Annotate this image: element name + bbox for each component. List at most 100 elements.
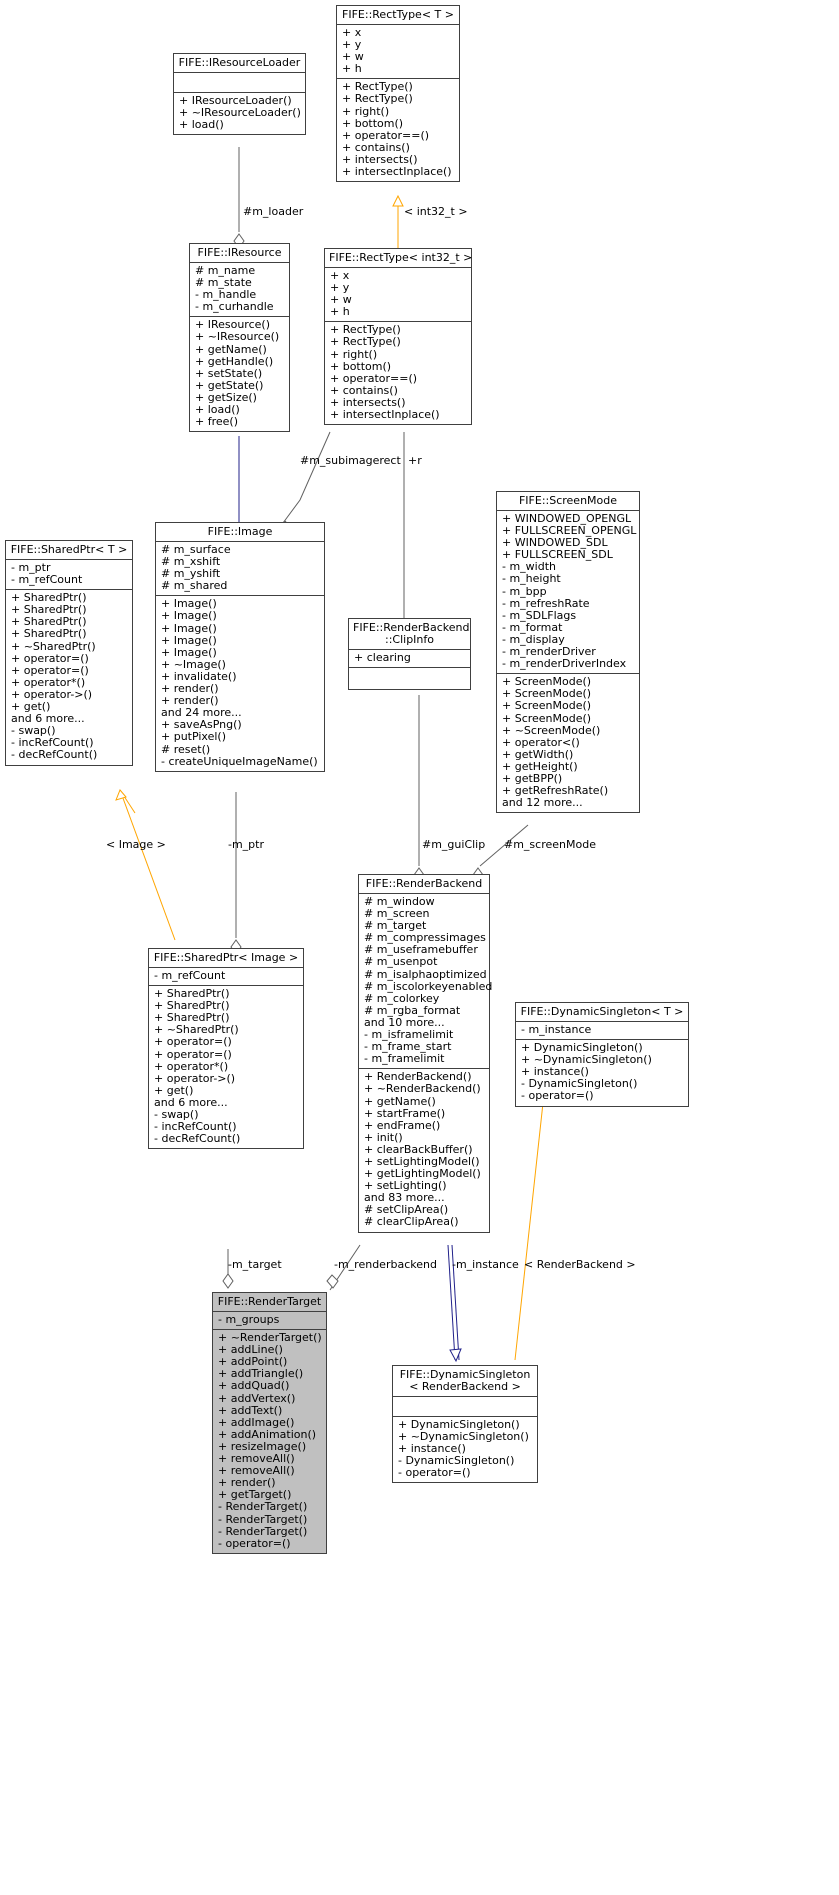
- operation-row: - RenderTarget(): [218, 1500, 308, 1514]
- class-box-screenmode[interactable]: FIFE::ScreenMode + WINDOWED_OPENGL + FUL…: [496, 491, 640, 814]
- operation-row: + right(): [342, 104, 390, 118]
- class-title: FIFE::SharedPtr< Image >: [149, 949, 303, 968]
- class-attributes: + WINDOWED_OPENGL + FULLSCREEN_OPENGL + …: [497, 511, 639, 675]
- operation-row: - operator=(): [398, 1466, 471, 1480]
- operation-row: + operator<(): [502, 735, 580, 749]
- class-attributes: - m_groups: [213, 1312, 326, 1331]
- edge-label-m-guiclip: #m_guiClip: [422, 838, 486, 851]
- class-title: FIFE::Image: [156, 523, 324, 542]
- class-attributes: # m_window # m_screen # m_target # m_com…: [359, 894, 493, 1070]
- class-operations: + SharedPtr() + SharedPtr() + SharedPtr(…: [149, 986, 303, 1148]
- operation-row: + putPixel(): [161, 730, 227, 744]
- attribute-row: + w: [330, 293, 352, 307]
- class-box-iresource[interactable]: FIFE::IResource # m_name # m_state - m_h…: [189, 243, 290, 433]
- attribute-row: - m_refreshRate: [502, 596, 590, 610]
- operation-row: + endFrame(): [364, 1118, 441, 1132]
- class-title: FIFE::RenderBackend ::ClipInfo: [349, 619, 470, 650]
- operation-row: + Image(): [161, 633, 217, 647]
- attribute-row: - m_refCount: [11, 573, 83, 587]
- class-box-rect-type-int32[interactable]: FIFE::RectType< int32_t > + x + y + w + …: [324, 248, 472, 426]
- operation-row: + ScreenMode(): [502, 711, 592, 725]
- operation-row: + getHandle(): [195, 354, 274, 368]
- class-operations: + ~RenderTarget() + addLine() + addPoint…: [213, 1330, 326, 1553]
- class-box-dynamic-singleton-renderbackend[interactable]: FIFE::DynamicSingleton < RenderBackend >…: [392, 1365, 538, 1484]
- class-attributes: - m_instance: [516, 1022, 688, 1041]
- operation-row: + getName(): [364, 1094, 436, 1108]
- class-operations: [349, 668, 470, 689]
- edge-label-m-ptr: -m_ptr: [228, 838, 265, 851]
- class-box-shared-ptr-image[interactable]: FIFE::SharedPtr< Image > - m_refCount + …: [148, 948, 304, 1150]
- attribute-row: - m_instance: [521, 1023, 592, 1036]
- operation-row: + RectType(): [342, 92, 413, 106]
- class-operations: + IResourceLoader() + ~IResourceLoader()…: [174, 93, 305, 134]
- operation-row: + load(): [179, 118, 224, 132]
- class-box-dynamic-singleton-t[interactable]: FIFE::DynamicSingleton< T > - m_instance…: [515, 1002, 689, 1107]
- operation-row: + RectType(): [330, 335, 401, 349]
- edge-label-renderbackend-template: < RenderBackend >: [524, 1258, 636, 1271]
- attribute-row: + x: [330, 269, 350, 282]
- attribute-row: - m_groups: [218, 1313, 280, 1326]
- edge-label-m-subimagerect: #m_subimagerect: [300, 454, 401, 467]
- class-operations: + RenderBackend() + ~RenderBackend() + g…: [359, 1069, 489, 1231]
- operation-row: + startFrame(): [364, 1106, 446, 1120]
- class-attributes: + clearing: [349, 650, 470, 669]
- attribute-row: + clearing: [354, 651, 411, 664]
- class-box-shared-ptr-t[interactable]: FIFE::SharedPtr< T > - m_ptr - m_refCoun…: [5, 540, 133, 766]
- edge-label-m-renderbackend: -m_renderbackend: [334, 1258, 437, 1271]
- class-attributes: - m_ptr - m_refCount: [6, 560, 132, 591]
- class-operations: + RectType() + RectType() + right() + bo…: [325, 322, 471, 424]
- operation-row: + Image(): [161, 609, 217, 623]
- operation-row: + Image(): [161, 621, 217, 635]
- edge-label-m-target: -m_target: [228, 1258, 282, 1271]
- class-box-renderbackend[interactable]: FIFE::RenderBackend # m_window # m_scree…: [358, 874, 493, 1233]
- operation-row: + getName(): [195, 342, 267, 356]
- class-operations: + IResource() + ~IResource() + getName()…: [190, 317, 289, 431]
- operation-row: + addQuad(): [218, 1379, 290, 1393]
- class-box-image[interactable]: FIFE::Image # m_surface # m_xshift # m_y…: [155, 522, 325, 772]
- attribute-row: - m_framelimit: [364, 1052, 445, 1066]
- class-attributes: + x + y + w + h: [325, 268, 471, 323]
- operation-row: + free(): [195, 415, 238, 429]
- operation-row: + ~SharedPtr(): [11, 639, 96, 653]
- operation-row: # clearClipArea(): [364, 1215, 459, 1229]
- class-title: FIFE::RenderTarget: [213, 1293, 326, 1312]
- attribute-row: - m_bpp: [502, 584, 547, 598]
- class-title: FIFE::DynamicSingleton< T >: [516, 1003, 688, 1022]
- attribute-row: + h: [342, 62, 362, 76]
- class-title: FIFE::IResource: [190, 244, 289, 263]
- operation-row: + right(): [330, 347, 378, 361]
- operation-row: - decRefCount(): [11, 748, 98, 762]
- class-box-rect-type-t[interactable]: FIFE::RectType< T > + x + y + w + h + Re…: [336, 5, 460, 183]
- class-title: FIFE::IResourceLoader: [174, 54, 305, 73]
- edge-label-int32-t: < int32_t >: [404, 205, 468, 218]
- operation-row: - decRefCount(): [154, 1132, 241, 1146]
- class-attributes: + x + y + w + h: [337, 25, 459, 80]
- class-title: FIFE::RectType< int32_t >: [325, 249, 472, 268]
- class-operations: + SharedPtr() + SharedPtr() + SharedPtr(…: [6, 590, 132, 764]
- operation-row: - createUniqueImageName(): [161, 754, 318, 768]
- class-box-clipinfo[interactable]: FIFE::RenderBackend ::ClipInfo + clearin…: [348, 618, 471, 691]
- operation-row: # reset(): [161, 742, 211, 756]
- class-operations: + Image() + Image() + Image() + Image() …: [156, 596, 324, 770]
- operation-row: + operator=(): [11, 651, 89, 665]
- operation-row: + ~RenderBackend(): [364, 1082, 481, 1096]
- attribute-row: # m_usenpot: [364, 955, 438, 969]
- attribute-row: # m_isalphaoptimized: [364, 967, 487, 981]
- class-box-rendertarget[interactable]: FIFE::RenderTarget - m_groups + ~RenderT…: [212, 1292, 327, 1554]
- edge-label-m-loader: #m_loader: [243, 205, 304, 218]
- operation-row: + operator=(): [154, 1035, 232, 1049]
- operation-row: + bottom(): [342, 116, 404, 130]
- operation-row: - operator=(): [521, 1089, 594, 1103]
- class-title: FIFE::DynamicSingleton < RenderBackend >: [393, 1366, 537, 1397]
- operation-row: + operator=(): [154, 1047, 232, 1061]
- class-attributes: - m_refCount: [149, 968, 303, 987]
- operation-row: - operator=(): [218, 1536, 291, 1550]
- class-attributes: [393, 1397, 537, 1417]
- operation-row: - RenderTarget(): [218, 1512, 308, 1526]
- operation-row: + intersectInplace(): [342, 165, 452, 179]
- operation-row: + ScreenMode(): [502, 699, 592, 713]
- class-attributes: [174, 73, 305, 93]
- class-box-iresource-loader[interactable]: FIFE::IResourceLoader + IResourceLoader(…: [173, 53, 306, 136]
- uml-diagram-canvas: FIFE::RectType< T > + x + y + w + h + Re…: [0, 0, 839, 1895]
- attribute-row: # m_iscolorkeyenabled: [364, 979, 493, 993]
